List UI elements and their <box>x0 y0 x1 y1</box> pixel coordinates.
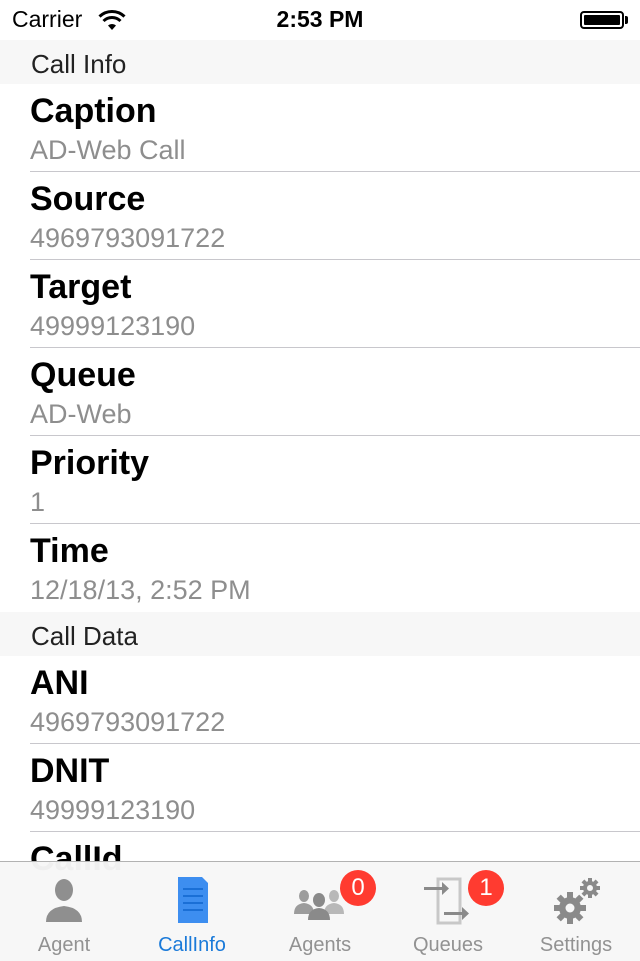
section-header-call-data: Call Data <box>0 612 640 656</box>
tab-queues[interactable]: 1 Queues <box>384 862 512 961</box>
row-source[interactable]: Source 4969793091722 <box>0 172 640 260</box>
section-title: Call Data <box>31 621 138 651</box>
row-title: ANI <box>30 664 89 702</box>
document-icon <box>178 877 208 923</box>
row-caption[interactable]: Caption AD-Web Call <box>0 84 640 172</box>
row-value: 49999123190 <box>30 311 196 341</box>
row-title: Time <box>30 532 109 570</box>
row-title: DNIT <box>30 752 110 790</box>
row-queue[interactable]: Queue AD-Web <box>0 348 640 436</box>
tab-agents[interactable]: 0 Agents <box>256 862 384 961</box>
agents-badge: 0 <box>340 870 376 906</box>
row-ani[interactable]: ANI 4969793091722 <box>0 656 640 744</box>
queues-badge: 1 <box>468 870 504 906</box>
row-title: Source <box>30 180 146 218</box>
call-info-table[interactable]: Call Info Caption AD-Web Call Source 496… <box>0 40 640 920</box>
tab-label: Agents <box>288 934 352 956</box>
row-time[interactable]: Time 12/18/13, 2:52 PM <box>0 524 640 612</box>
section-header-call-info: Call Info <box>0 40 640 84</box>
battery-icon <box>580 11 624 29</box>
row-title: Caption <box>30 92 157 130</box>
row-title: Priority <box>30 444 150 482</box>
tab-label: Agent <box>37 934 91 956</box>
tab-settings[interactable]: Settings <box>512 862 640 961</box>
section-title: Call Info <box>31 49 127 79</box>
tab-label: Queues <box>412 934 484 956</box>
tab-label: Settings <box>539 934 613 956</box>
row-value: 1 <box>30 487 46 517</box>
row-value: 49999123190 <box>30 795 196 825</box>
row-value: 4969793091722 <box>30 707 226 737</box>
row-value: AD-Web Call <box>30 135 186 165</box>
tab-agent[interactable]: Agent <box>0 862 128 961</box>
gears-icon <box>554 878 600 924</box>
row-value: AD-Web <box>30 399 132 429</box>
row-dnit[interactable]: DNIT 49999123190 <box>0 744 640 832</box>
row-target[interactable]: Target 49999123190 <box>0 260 640 348</box>
row-value: 4969793091722 <box>30 223 226 253</box>
row-title: Queue <box>30 356 136 394</box>
status-bar: Carrier 2:53 PM <box>0 0 640 40</box>
tab-bar: Agent CallInfo 0 Agents 1 Queues Setting… <box>0 861 640 961</box>
clock-time: 2:53 PM <box>276 6 364 32</box>
person-icon <box>46 879 82 922</box>
battery-tip <box>625 16 628 24</box>
row-value: 12/18/13, 2:52 PM <box>30 575 251 605</box>
tab-label: CallInfo <box>158 934 226 956</box>
row-title: Target <box>30 268 132 306</box>
tab-callinfo[interactable]: CallInfo <box>128 862 256 961</box>
row-priority[interactable]: Priority 1 <box>0 436 640 524</box>
